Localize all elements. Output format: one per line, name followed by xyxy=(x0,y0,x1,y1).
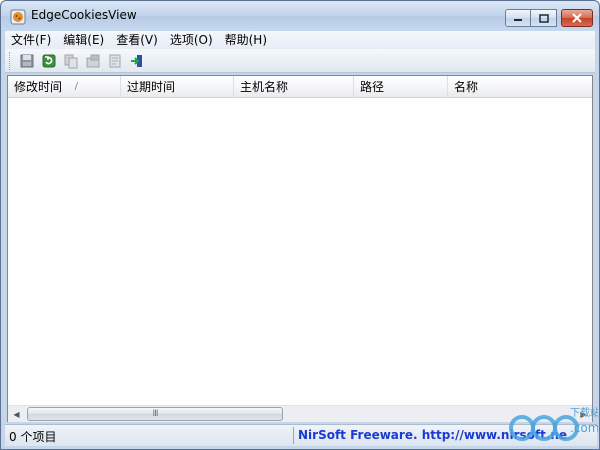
refresh-button[interactable] xyxy=(38,51,60,71)
column-label: 修改时间 xyxy=(14,80,63,94)
item-count: 0 个项目 xyxy=(9,430,57,444)
minimize-icon xyxy=(514,19,522,21)
close-icon xyxy=(572,13,582,23)
arrow-left-icon: ◀ xyxy=(13,410,20,419)
status-divider xyxy=(293,427,294,444)
toolbar-grip xyxy=(9,51,12,70)
column-label: 过期时间 xyxy=(127,80,176,94)
column-label: 路径 xyxy=(360,80,385,94)
exit-icon xyxy=(131,54,142,67)
menu-edit[interactable]: 编辑(E) xyxy=(57,31,110,49)
toolbar xyxy=(5,49,595,73)
app-icon[interactable] xyxy=(10,9,26,25)
menu-help[interactable]: 帮助(H) xyxy=(219,31,273,49)
save-button[interactable] xyxy=(16,51,38,71)
properties-button[interactable] xyxy=(82,51,104,71)
column-path[interactable]: 路径 xyxy=(354,76,448,98)
list-header: 修改时间 / 过期时间 主机名称 路径 名称 xyxy=(8,76,592,98)
scroll-thumb[interactable]: III xyxy=(27,407,283,421)
watermark-sub: 下载站 xyxy=(570,406,598,419)
menu-view[interactable]: 查看(V) xyxy=(110,31,164,49)
grip-icon: III xyxy=(152,409,159,419)
app-window: EdgeCookiesView 文件(F) 编辑(E) 查看(V) 选项(O) … xyxy=(0,0,600,450)
save-icon xyxy=(20,54,34,67)
menu-file[interactable]: 文件(F) xyxy=(5,31,57,49)
column-label: 名称 xyxy=(454,80,479,94)
menu-options[interactable]: 选项(O) xyxy=(164,31,219,49)
column-host-name[interactable]: 主机名称 xyxy=(234,76,354,98)
sort-indicator: / xyxy=(74,81,78,92)
minimize-button[interactable] xyxy=(505,9,531,27)
cookie-list[interactable]: 修改时间 / 过期时间 主机名称 路径 名称 ◀ III ▶ xyxy=(7,75,593,422)
column-modified-time[interactable]: 修改时间 / xyxy=(8,76,121,98)
close-button[interactable] xyxy=(561,9,593,27)
watermark-domain: .com xyxy=(570,421,598,435)
report-button[interactable] xyxy=(104,51,126,71)
watermark-logo: pc6 下载站 .com xyxy=(509,406,598,441)
window-title: EdgeCookiesView xyxy=(31,8,137,22)
report-icon xyxy=(109,54,121,67)
scroll-left-button[interactable]: ◀ xyxy=(8,407,25,422)
menu-bar: 文件(F) 编辑(E) 查看(V) 选项(O) 帮助(H) xyxy=(5,31,595,49)
column-name[interactable]: 名称 xyxy=(448,76,592,98)
maximize-icon xyxy=(538,13,549,23)
maximize-button[interactable] xyxy=(531,9,557,27)
column-label: 主机名称 xyxy=(240,80,289,94)
refresh-icon xyxy=(42,54,56,67)
exit-button[interactable] xyxy=(126,51,148,71)
horizontal-scrollbar[interactable]: ◀ III ▶ xyxy=(8,405,592,422)
copy-button[interactable] xyxy=(60,51,82,71)
column-expire-time[interactable]: 过期时间 xyxy=(121,76,234,98)
title-bar[interactable]: EdgeCookiesView xyxy=(1,1,599,31)
copy-icon xyxy=(64,54,78,68)
properties-icon xyxy=(86,54,100,67)
